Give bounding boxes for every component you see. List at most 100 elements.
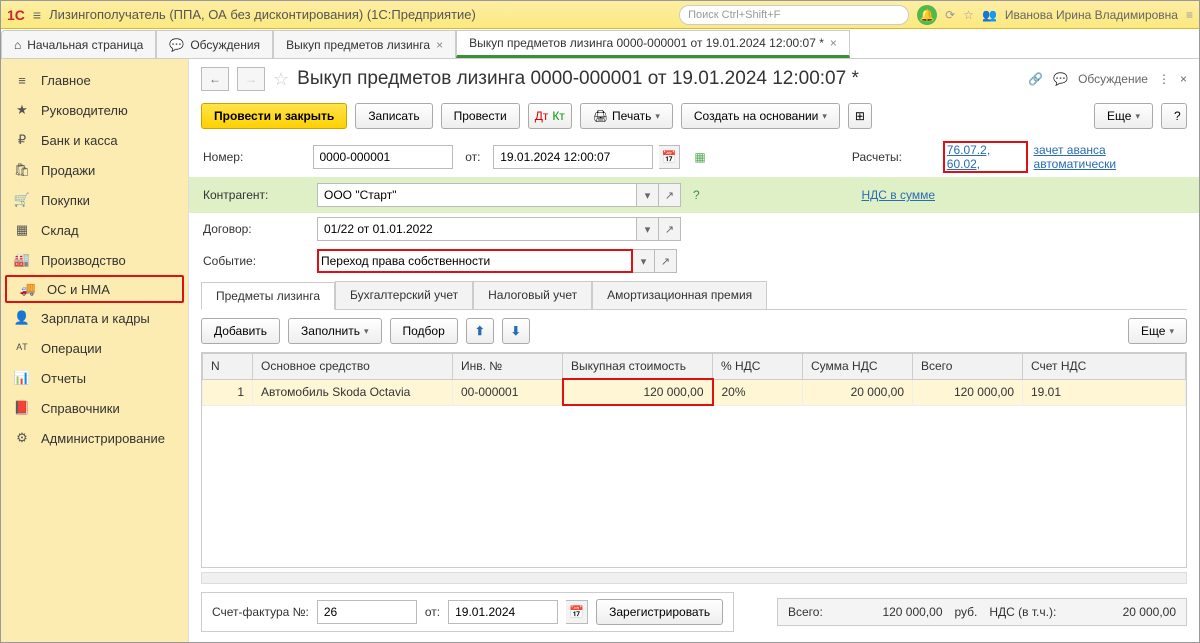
grid-wrap[interactable]: N Основное средство Инв. № Выкупная стои… xyxy=(201,352,1187,568)
sidebar-item-salary[interactable]: 👤Зарплата и кадры xyxy=(1,303,188,333)
open-icon[interactable]: ↗ xyxy=(659,183,681,207)
contract-input[interactable] xyxy=(317,217,637,241)
total-label: Всего: xyxy=(788,605,823,619)
sidebar-item-assets[interactable]: 🚚ОС и НМА xyxy=(5,275,184,303)
table-row[interactable]: 1 Автомобиль Skoda Octavia 00-000001 120… xyxy=(203,379,1186,405)
person-icon: 👤 xyxy=(13,310,31,326)
users-icon[interactable]: 👥 xyxy=(982,8,997,22)
col-cost[interactable]: Выкупная стоимость xyxy=(563,354,713,380)
pick-button[interactable]: Подбор xyxy=(390,318,458,344)
fill-button[interactable]: Заполнить ▾ xyxy=(288,318,381,344)
cell-asset[interactable]: Автомобиль Skoda Octavia xyxy=(253,379,453,405)
col-vatacc[interactable]: Счет НДС xyxy=(1023,354,1186,380)
dropdown-icon[interactable]: ▾ xyxy=(637,217,659,241)
star-icon[interactable]: ☆ xyxy=(963,8,974,22)
col-n[interactable]: N xyxy=(203,354,253,380)
discuss-label[interactable]: Обсуждение xyxy=(1078,72,1148,86)
add-button[interactable]: Добавить xyxy=(201,318,280,344)
tab-discussions[interactable]: 💬 Обсуждения xyxy=(156,30,273,58)
nav-fwd-button[interactable]: → xyxy=(237,67,265,91)
cell-vatacc[interactable]: 19.01 xyxy=(1023,379,1186,405)
col-asset[interactable]: Основное средство xyxy=(253,354,453,380)
cell-total[interactable]: 120 000,00 xyxy=(913,379,1023,405)
sidebar-item-reference[interactable]: 📕Справочники xyxy=(1,393,188,423)
cell-cost[interactable]: 120 000,00 xyxy=(563,379,713,405)
invoice-box: Счет-фактура №: от: 📅 Зарегистрировать xyxy=(201,592,734,632)
dropdown-icon[interactable]: ▾ xyxy=(637,183,659,207)
kebab-icon[interactable]: ⋮ xyxy=(1158,72,1170,86)
sidebar-item-main[interactable]: ≡Главное xyxy=(1,65,188,95)
tab-document[interactable]: Выкуп предметов лизинга 0000-000001 от 1… xyxy=(456,30,850,58)
table-more-button[interactable]: Еще ▾ xyxy=(1128,318,1187,344)
sidebar-item-label: Банк и касса xyxy=(41,133,118,148)
sf-number-input[interactable] xyxy=(317,600,417,624)
col-inv[interactable]: Инв. № xyxy=(453,354,563,380)
sidebar-item-operations[interactable]: ᴬᵀОперации xyxy=(1,333,188,363)
contractor-input[interactable] xyxy=(317,183,637,207)
tab-home[interactable]: ⌂ Начальная страница xyxy=(1,30,156,58)
search-input[interactable]: Поиск Ctrl+Shift+F xyxy=(679,5,909,25)
bell-icon[interactable]: 🔔 xyxy=(917,5,937,25)
itab-items[interactable]: Предметы лизинга xyxy=(201,282,335,310)
col-vatp[interactable]: % НДС xyxy=(713,354,803,380)
move-down-button[interactable]: ⬇ xyxy=(502,318,530,344)
post-button[interactable]: Провести xyxy=(441,103,520,129)
sidebar-item-manager[interactable]: ★Руководителю xyxy=(1,95,188,125)
itab-acc[interactable]: Бухгалтерский учет xyxy=(335,281,473,309)
print-button[interactable]: 🖨 Печать ▾ xyxy=(580,103,673,129)
discuss-icon[interactable]: 💬 xyxy=(1053,72,1068,86)
calendar-icon[interactable]: 📅 xyxy=(566,600,588,624)
dtkt-button[interactable]: ДтКт xyxy=(528,103,572,129)
favorite-star-icon[interactable]: ☆ xyxy=(273,69,289,90)
date-input[interactable] xyxy=(493,145,653,169)
sidebar-item-label: Покупки xyxy=(41,193,90,208)
move-up-button[interactable]: ⬆ xyxy=(466,318,494,344)
calendar-icon[interactable]: 📅 xyxy=(659,145,680,169)
close-icon[interactable]: × xyxy=(830,36,837,50)
content: ← → ☆ Выкуп предметов лизинга 0000-00000… xyxy=(189,59,1199,642)
col-vatsum[interactable]: Сумма НДС xyxy=(803,354,913,380)
register-button[interactable]: Зарегистрировать xyxy=(596,599,723,625)
sidebar-item-production[interactable]: 🏭Производство xyxy=(1,245,188,275)
cell-inv[interactable]: 00-000001 xyxy=(453,379,563,405)
help-button[interactable]: ? xyxy=(1161,103,1187,129)
itab-amort[interactable]: Амортизационная премия xyxy=(592,281,767,309)
sidebar-item-reports[interactable]: 📊Отчеты xyxy=(1,363,188,393)
dropdown-icon[interactable]: ▾ xyxy=(633,249,655,273)
open-icon[interactable]: ↗ xyxy=(659,217,681,241)
calc-link[interactable]: 76.07.2, 60.02, xyxy=(947,143,990,171)
sidebar-item-admin[interactable]: ⚙Администрирование xyxy=(1,423,188,453)
itab-tax[interactable]: Налоговый учет xyxy=(473,281,592,309)
sidebar-item-stock[interactable]: ▦Склад xyxy=(1,215,188,245)
sidebar-item-bank[interactable]: ₽Банк и касса xyxy=(1,125,188,155)
collapse-icon[interactable]: ≡ xyxy=(1186,8,1193,22)
cell-n[interactable]: 1 xyxy=(203,379,253,405)
link-icon[interactable]: 🔗 xyxy=(1028,72,1043,86)
vat-link[interactable]: НДС в сумме xyxy=(861,188,935,202)
sidebar-item-purchases[interactable]: 🛒Покупки xyxy=(1,185,188,215)
struct-button[interactable]: ⊞ xyxy=(848,103,872,129)
username[interactable]: Иванова Ирина Владимировна xyxy=(1005,8,1178,22)
close-doc-icon[interactable]: × xyxy=(1180,72,1187,86)
calc-text-link[interactable]: зачет аванса автоматически xyxy=(1034,143,1185,171)
cell-vatp[interactable]: 20% xyxy=(713,379,803,405)
menu-icon[interactable]: ≡ xyxy=(33,7,41,23)
h-scrollbar[interactable] xyxy=(201,572,1187,584)
open-icon[interactable]: ↗ xyxy=(655,249,677,273)
cell-vatsum[interactable]: 20 000,00 xyxy=(803,379,913,405)
col-total[interactable]: Всего xyxy=(913,354,1023,380)
more-button[interactable]: Еще ▾ xyxy=(1094,103,1153,129)
help-q-icon[interactable]: ? xyxy=(693,188,700,202)
event-input[interactable] xyxy=(317,249,633,273)
save-button[interactable]: Записать xyxy=(355,103,432,129)
tab-list[interactable]: Выкуп предметов лизинга × xyxy=(273,30,456,58)
nav-back-button[interactable]: ← xyxy=(201,67,229,91)
sidebar-item-sales[interactable]: 🛍Продажи xyxy=(1,155,188,185)
table-toolbar: Добавить Заполнить ▾ Подбор ⬆ ⬇ Еще ▾ xyxy=(189,310,1199,352)
sf-date-input[interactable] xyxy=(448,600,558,624)
post-close-button[interactable]: Провести и закрыть xyxy=(201,103,347,129)
history-icon[interactable]: ⟳ xyxy=(945,8,955,22)
number-input[interactable] xyxy=(313,145,453,169)
close-icon[interactable]: × xyxy=(436,38,443,52)
create-based-button[interactable]: Создать на основании ▾ xyxy=(681,103,840,129)
